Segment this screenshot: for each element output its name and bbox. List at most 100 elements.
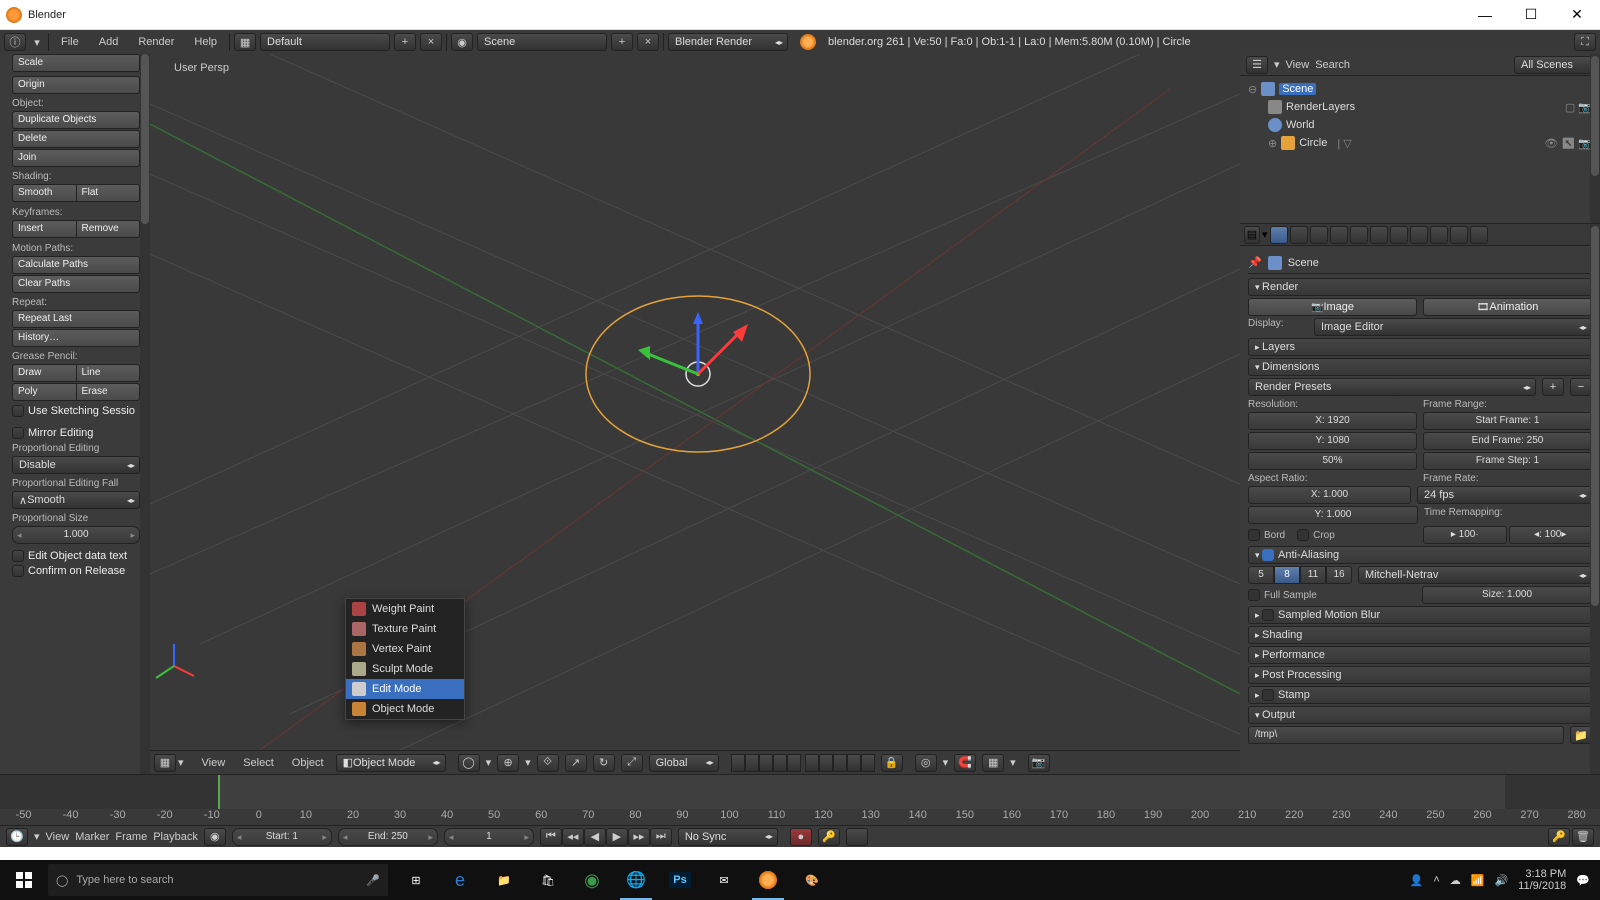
output-path[interactable]: /tmp\ <box>1248 726 1564 744</box>
tab-scene[interactable] <box>1290 226 1308 244</box>
delete-button[interactable]: Delete <box>12 130 140 148</box>
insert-key-button[interactable]: Insert <box>12 220 76 238</box>
scene-add-button[interactable]: + <box>611 33 633 51</box>
blender-taskbar-icon[interactable] <box>746 860 790 900</box>
maximize-button[interactable]: ☐ <box>1508 0 1554 30</box>
scene-icon[interactable]: ◉ <box>451 33 473 51</box>
play-rev[interactable]: ◀ <box>584 828 606 846</box>
mode-vertex-paint[interactable]: Vertex Paint <box>346 639 464 659</box>
tl-view[interactable]: View <box>46 831 70 843</box>
panel-render[interactable]: Render <box>1248 278 1592 296</box>
explorer-icon[interactable]: 📁 <box>482 860 526 900</box>
gp-line-button[interactable]: Line <box>76 364 141 382</box>
aspect-y[interactable]: Y: 1.000 <box>1248 506 1418 524</box>
panel-aa[interactable]: Anti-Aliasing <box>1248 546 1592 564</box>
tab-material[interactable] <box>1410 226 1428 244</box>
sketch-session-check[interactable]: Use Sketching Sessio <box>12 405 140 417</box>
key-delete-icon[interactable]: 🗑 <box>1572 828 1594 846</box>
notifications-icon[interactable]: 💬 <box>1576 874 1590 887</box>
play[interactable]: ▶ <box>606 828 628 846</box>
photoshop-icon[interactable]: Ps <box>658 860 702 900</box>
preset-remove[interactable]: − <box>1570 378 1592 396</box>
down-arrow-icon[interactable]: ▾ <box>30 33 44 51</box>
props-crumb-scene[interactable]: Scene <box>1288 257 1319 269</box>
remap-new[interactable]: ◂: 100▸ <box>1509 526 1593 544</box>
jump-end[interactable]: ⏭ <box>650 828 672 846</box>
border-check[interactable]: Bord <box>1264 530 1285 541</box>
output-browse[interactable]: 📁 <box>1570 726 1592 744</box>
join-button[interactable]: Join <box>12 149 140 167</box>
confirm-release-check[interactable]: Confirm on Release <box>12 565 140 577</box>
scale-button[interactable]: Scale <box>12 54 140 72</box>
tab-world[interactable] <box>1310 226 1328 244</box>
app-icon-1[interactable]: ◉ <box>570 860 614 900</box>
start-button[interactable] <box>0 860 48 900</box>
res-pct[interactable]: 50% <box>1248 452 1417 470</box>
layout-dropdown[interactable]: Default <box>260 33 390 51</box>
outliner-circle[interactable]: Circle <box>1299 137 1327 149</box>
manipulator-toggle[interactable]: ⟐ <box>537 754 559 772</box>
menu-file[interactable]: File <box>53 30 87 54</box>
aa-filter[interactable]: Mitchell-Netrav◂▸ <box>1358 566 1592 584</box>
paint-icon[interactable]: 🎨 <box>790 860 834 900</box>
vp-object-menu[interactable]: Object <box>286 757 330 769</box>
clear-paths-button[interactable]: Clear Paths <box>12 275 140 293</box>
history-button[interactable]: History… <box>12 329 140 347</box>
full-sample-check[interactable]: Full Sample <box>1264 590 1317 601</box>
menu-help[interactable]: Help <box>186 30 225 54</box>
manip-rotate[interactable]: ↻ <box>593 754 615 772</box>
aa-size[interactable]: Size: 1.000 <box>1422 586 1592 604</box>
tl-range-icon[interactable]: ◉ <box>204 828 226 846</box>
prop-falloff-mode[interactable]: ∧ Smooth◂▸ <box>12 491 140 509</box>
edge-icon[interactable]: e <box>438 860 482 900</box>
layout-remove-button[interactable]: × <box>420 33 442 51</box>
fps-dropdown[interactable]: 24 fps◂▸ <box>1417 486 1592 504</box>
task-view-icon[interactable]: ⊞ <box>394 860 438 900</box>
taskbar-clock[interactable]: 3:18 PM11/9/2018 <box>1518 868 1566 892</box>
vp-select-menu[interactable]: Select <box>237 757 280 769</box>
panel-stamp[interactable]: Stamp <box>1248 686 1592 704</box>
prop-edit-mode[interactable]: Disable◂▸ <box>12 456 140 474</box>
display-mode[interactable]: Image Editor◂▸ <box>1314 318 1592 336</box>
outliner-view-menu[interactable]: View <box>1286 59 1310 71</box>
toggle-fullscreen-button[interactable]: ⛶ <box>1574 33 1596 51</box>
frame-step[interactable]: Frame Step: 1 <box>1423 452 1592 470</box>
outliner-editor-icon[interactable]: ☰ <box>1246 56 1268 74</box>
shading-mode-icon[interactable]: ◯ <box>458 754 480 772</box>
tl-current[interactable]: 1 <box>444 828 534 846</box>
panel-shading[interactable]: Shading <box>1248 626 1592 644</box>
onedrive-icon[interactable]: ☁ <box>1450 874 1461 887</box>
editor-type-3dview-icon[interactable]: ▦ <box>154 754 176 772</box>
scene-remove-button[interactable]: × <box>637 33 659 51</box>
opengl-render-icon[interactable]: 📷 <box>1028 754 1050 772</box>
remap-old[interactable]: ▸ 100· <box>1423 526 1507 544</box>
key-next[interactable]: ▸▸ <box>628 828 650 846</box>
mode-edit[interactable]: Edit Mode <box>346 679 464 699</box>
origin-button[interactable]: Origin <box>12 76 140 94</box>
minimize-button[interactable]: — <box>1462 0 1508 30</box>
menu-add[interactable]: Add <box>91 30 127 54</box>
res-x[interactable]: X: 1920 <box>1248 412 1417 430</box>
tl-end[interactable]: End: 250 <box>338 828 438 846</box>
snap-icon[interactable]: 🧲 <box>954 754 976 772</box>
layer-buttons[interactable] <box>731 754 875 772</box>
lock-layers-icon[interactable]: 🔒 <box>881 754 903 772</box>
panel-smb[interactable]: Sampled Motion Blur <box>1248 606 1592 624</box>
mode-object[interactable]: Object Mode <box>346 699 464 719</box>
people-icon[interactable]: 👤 <box>1410 874 1424 887</box>
mode-sculpt[interactable]: Sculpt Mode <box>346 659 464 679</box>
mirror-editing-check[interactable]: Mirror Editing <box>12 427 140 439</box>
panel-perf[interactable]: Performance <box>1248 646 1592 664</box>
render-presets[interactable]: Render Presets◂▸ <box>1248 378 1536 396</box>
tab-physics[interactable] <box>1470 226 1488 244</box>
mode-weight-paint[interactable]: Weight Paint <box>346 599 464 619</box>
layout-add-button[interactable]: + <box>394 33 416 51</box>
panel-output[interactable]: Output <box>1248 706 1592 724</box>
preset-add[interactable]: + <box>1542 378 1564 396</box>
duplicate-button[interactable]: Duplicate Objects <box>12 111 140 129</box>
tab-render[interactable] <box>1270 226 1288 244</box>
repeat-last-button[interactable]: Repeat Last <box>12 310 140 328</box>
aa-samples[interactable]: 581116 <box>1248 566 1352 584</box>
flat-button[interactable]: Flat <box>76 184 141 202</box>
close-button[interactable]: ✕ <box>1554 0 1600 30</box>
